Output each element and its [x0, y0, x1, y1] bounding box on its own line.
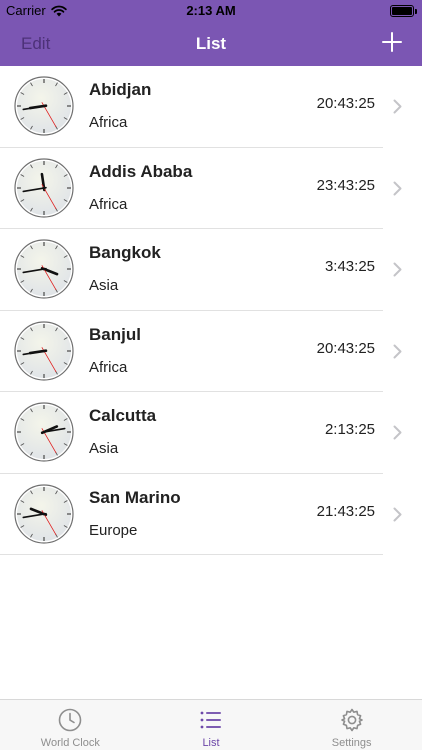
- chevron-right-icon: [393, 344, 402, 358]
- list-item[interactable]: Addis Ababa Africa 23:43:25: [0, 148, 422, 229]
- list-item[interactable]: Abidjan Africa 20:43:25: [0, 66, 422, 148]
- region-name: Africa: [89, 114, 128, 131]
- gear-icon: [340, 708, 363, 732]
- local-time: 20:43:25: [316, 95, 375, 112]
- tab-label: Settings: [331, 737, 372, 749]
- region-name: Europe: [89, 521, 138, 539]
- city-name: Calcutta: [89, 406, 157, 425]
- analog-clock: [14, 157, 74, 218]
- clock-icon: [59, 708, 82, 732]
- city-list: Abidjan Africa 20:43:25 Addis Ababa Africa 23…: [0, 66, 422, 555]
- local-time: 23:43:25: [316, 176, 375, 194]
- region-name: Asia: [89, 440, 119, 457]
- chevron-right-icon: [393, 262, 402, 277]
- battery-icon: [390, 5, 417, 17]
- analog-clock: [14, 76, 74, 136]
- region-name: Africa: [89, 195, 128, 213]
- city-name: Abidjan: [89, 80, 152, 99]
- list-icon: [200, 711, 221, 729]
- clock-center: [42, 430, 46, 434]
- page-title: List: [195, 34, 227, 53]
- tab-settings[interactable]: Settings: [281, 700, 422, 750]
- city-name: Banjul: [89, 324, 141, 344]
- list-item[interactable]: Bangkok Asia 3:43:25: [0, 229, 422, 311]
- tab-list[interactable]: List: [141, 700, 282, 750]
- list-item[interactable]: Calcutta Asia 2:13:25: [0, 392, 422, 474]
- city-name: Bangkok: [89, 243, 161, 262]
- navigation-bar: Edit List: [0, 22, 422, 66]
- clock-center: [42, 186, 46, 189]
- list-item[interactable]: Banjul Africa 20:43:25: [0, 311, 422, 392]
- analog-clock: [14, 239, 74, 299]
- analog-clock: [14, 320, 74, 381]
- status-time: 2:13 AM: [186, 3, 236, 18]
- clock-center: [42, 104, 46, 108]
- plus-icon: [382, 32, 402, 52]
- clock-center: [42, 267, 46, 271]
- status-bar: Carrier 2:13 AM: [0, 0, 422, 22]
- region-name: Africa: [89, 358, 128, 376]
- chevron-right-icon: [393, 507, 402, 521]
- region-name: Asia: [89, 277, 119, 294]
- tab-label: World Clock: [40, 737, 100, 749]
- clock-center: [42, 512, 46, 515]
- list-item[interactable]: San Marino Europe 21:43:25: [0, 474, 422, 555]
- chevron-right-icon: [393, 181, 402, 195]
- city-name: Addis Ababa: [89, 161, 193, 181]
- local-time: 3:43:25: [324, 258, 375, 275]
- city-name: San Marino: [89, 487, 181, 507]
- chevron-right-icon: [393, 425, 402, 440]
- tab-world-clock[interactable]: World Clock: [0, 700, 141, 750]
- local-time: 21:43:25: [316, 502, 375, 520]
- add-button[interactable]: [381, 31, 403, 53]
- tab-label: List: [202, 737, 220, 749]
- local-time: 2:13:25: [324, 421, 375, 438]
- analog-clock: [14, 483, 74, 544]
- row-divider: [0, 554, 383, 555]
- clock-center: [42, 349, 46, 352]
- tab-bar: World Clock List Settings: [0, 699, 422, 750]
- local-time: 20:43:25: [316, 339, 375, 357]
- chevron-right-icon: [393, 99, 402, 114]
- analog-clock: [14, 402, 74, 462]
